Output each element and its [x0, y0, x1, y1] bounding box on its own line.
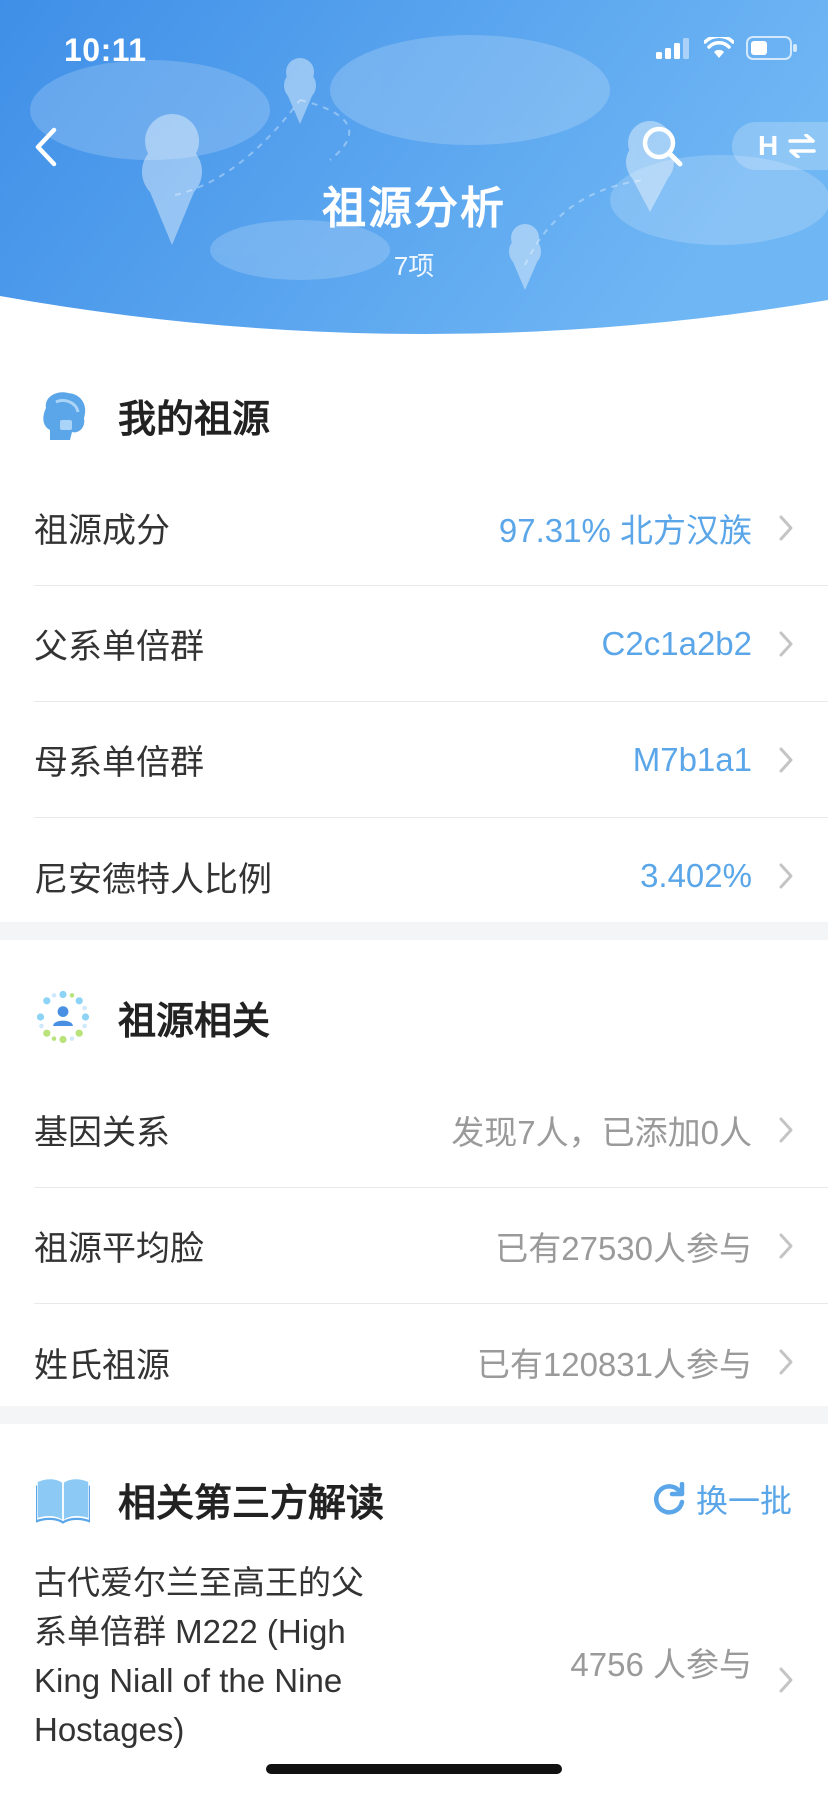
row-value: 发现7人，已添加0人	[451, 1113, 752, 1151]
ancestry-composition-row[interactable]: 祖源成分 97.31% 北方汉族	[34, 470, 828, 586]
row-value: C2c1a2b2	[601, 624, 752, 662]
refresh-label: 换一批	[695, 1483, 792, 1519]
section-header: 相关第三方解读 换一批	[0, 1444, 828, 1554]
row-label: 祖源平均脸	[34, 1230, 204, 1268]
book-icon	[36, 1479, 90, 1524]
refresh-button[interactable]: 换一批	[652, 1444, 792, 1554]
article-title: 古代爱尔兰至高王的父 系单倍群 M222 (High King Niall of…	[34, 1558, 404, 1754]
article-participants: 4756 人参与	[570, 1646, 752, 1683]
chevron-right-icon	[779, 863, 793, 889]
maternal-haplogroup-row[interactable]: 母系单倍群 M7b1a1	[34, 702, 828, 818]
row-value: M7b1a1	[632, 740, 752, 778]
neanderthal-ratio-row[interactable]: 尼安德特人比例 3.402%	[34, 818, 828, 934]
chevron-right-icon	[779, 1667, 793, 1693]
article-item[interactable]: 古代爱尔兰至高王的父 系单倍群 M222 (High King Niall of…	[34, 1554, 828, 1754]
chevron-right-icon	[779, 1349, 793, 1375]
row-value: 已有27530人参与	[495, 1229, 752, 1267]
average-face-row[interactable]: 祖源平均脸 已有27530人参与	[34, 1188, 828, 1304]
back-icon	[35, 127, 57, 167]
swap-icon	[788, 134, 816, 158]
people-network-icon	[36, 990, 90, 1044]
ancestry-head-icon	[43, 392, 86, 440]
paternal-haplogroup-row[interactable]: 父系单倍群 C2c1a2b2	[34, 586, 828, 702]
section-divider	[0, 1406, 828, 1424]
section-header: 我的祖源	[0, 360, 828, 470]
page-subtitle: 7项	[393, 251, 435, 281]
article-title-line: King Niall of the Nine	[34, 1662, 343, 1699]
chevron-right-icon	[779, 515, 793, 540]
header: 10:11 H 祖源分析 7项	[0, 0, 828, 345]
refresh-icon	[654, 1482, 685, 1515]
article-title-line: 古代爱尔兰至高王的父	[34, 1564, 364, 1601]
chevron-right-icon	[779, 1117, 793, 1142]
status-time: 10:11	[64, 32, 147, 68]
article-title-line: 系单倍群 M222 (High	[34, 1613, 346, 1650]
gene-relations-row[interactable]: 基因关系 发现7人，已添加0人	[34, 1072, 828, 1188]
chevron-right-icon	[779, 1233, 793, 1258]
switch-label: H	[758, 130, 779, 161]
section-title: 相关第三方解读	[118, 1482, 385, 1525]
row-label: 父系单倍群	[34, 628, 204, 666]
row-label: 基因关系	[34, 1114, 170, 1152]
row-label: 祖源成分	[34, 512, 170, 550]
row-value: 3.402%	[640, 857, 752, 894]
section-title: 祖源相关	[118, 1000, 271, 1043]
section-header: 祖源相关	[0, 962, 828, 1072]
row-value: 97.31% 北方汉族	[498, 511, 752, 549]
row-label: 姓氏祖源	[34, 1346, 170, 1385]
chevron-right-icon	[779, 747, 793, 772]
article-title-line: Hostages)	[34, 1711, 185, 1748]
my-ancestry-section: 我的祖源 祖源成分 97.31% 北方汉族 父系单倍群 C2c1a2b2 母系单…	[0, 360, 828, 934]
surname-origin-row[interactable]: 姓氏祖源 已有120831人参与	[34, 1304, 828, 1420]
chevron-right-icon	[779, 631, 793, 656]
row-label: 尼安德特人比例	[34, 860, 272, 899]
search-icon[interactable]	[636, 120, 688, 172]
row-label: 母系单倍群	[34, 744, 204, 782]
home-indicator	[266, 1764, 562, 1774]
status-icons	[656, 36, 798, 60]
battery-icon	[746, 36, 797, 60]
section-divider	[0, 922, 828, 940]
signal-icon	[656, 38, 689, 59]
row-value: 已有120831人参与	[476, 1346, 752, 1383]
wifi-icon	[704, 37, 734, 58]
back-button[interactable]	[24, 122, 68, 172]
third-party-section: 相关第三方解读 换一批 古代爱尔兰至高王的父 系单倍群 M222 (High K…	[0, 1444, 828, 1754]
ancestry-related-section: 祖源相关 基因关系 发现7人，已添加0人 祖源平均脸 已有27530人参与 姓氏…	[0, 962, 828, 1420]
page-title: 祖源分析	[322, 184, 506, 233]
section-title: 我的祖源	[118, 398, 271, 441]
language-switch-button[interactable]: H	[732, 122, 828, 170]
